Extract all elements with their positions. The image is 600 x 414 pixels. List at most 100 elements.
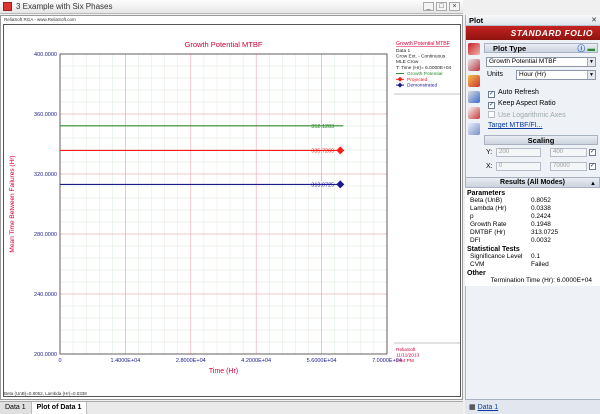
- show-confidence-icon[interactable]: [468, 75, 480, 87]
- units-select[interactable]: Hour (Hr) ▼: [516, 70, 596, 80]
- y-max-input[interactable]: 400: [550, 148, 587, 157]
- plot-footer-note: Beta (UnB)=0.8052, Lambda (Hr)=0.0338: [4, 391, 87, 396]
- series-marker: [336, 146, 345, 155]
- stamp-line: 11/11/2013: [396, 353, 420, 359]
- chart-title: Growth Potential MTBF: [185, 40, 263, 49]
- plot-header-note: ReliaSoft RGA - www.ReliaSoft.com: [4, 17, 76, 22]
- units-label: Units: [487, 71, 503, 78]
- stat-row: CVM Failed: [467, 261, 598, 269]
- auto-refresh-option[interactable]: ✓ Auto Refresh: [488, 89, 539, 98]
- stat-value: Failed: [531, 261, 549, 268]
- stat-name: CVM: [470, 261, 485, 268]
- legend-info-line: MLE Crow: [396, 59, 419, 65]
- maximize-button[interactable]: □: [436, 2, 447, 11]
- plot-type-select[interactable]: Growth Potential MTBF ▼: [486, 57, 596, 67]
- export-plot-icon[interactable]: [468, 107, 480, 119]
- parameter-row: Beta (UnB) 0.8052: [467, 197, 598, 205]
- x-tick-label: 4.2000E+04: [241, 358, 271, 364]
- y-tick-label: 280.0000: [34, 232, 57, 238]
- y-axis-label: Mean Time Between Failures (Hr): [9, 155, 16, 252]
- results-title: Results (All Modes): [500, 179, 565, 186]
- minimize-button[interactable]: _: [423, 2, 434, 11]
- y-tick-label: 320.0000: [34, 172, 57, 178]
- target-mtbf-link[interactable]: Target MTBF/FI...: [488, 122, 542, 129]
- x-max-input[interactable]: 70000: [550, 162, 587, 171]
- keep-aspect-checkbox[interactable]: ✓: [488, 102, 495, 109]
- tab-data-1[interactable]: Data 1: [0, 402, 32, 414]
- parameter-name: Lambda (Hr): [470, 205, 507, 212]
- parameters-heading: Parameters: [467, 190, 506, 197]
- legend-heading: Growth Potential MTBF: [396, 41, 450, 47]
- info-icon[interactable]: ⓘ: [578, 44, 586, 53]
- series-value-label: 313.0725: [311, 182, 334, 188]
- stat-row: Significance Level 0.1: [467, 253, 598, 261]
- parameter-value: 0.2424: [531, 213, 551, 220]
- plot-type-section[interactable]: Plot Type ⓘ ▬: [484, 43, 598, 53]
- tab-plot-of-data-1[interactable]: Plot of Data 1: [31, 402, 88, 414]
- stat-name: Significance Level: [470, 253, 523, 260]
- plot-frame: 0 1.4000E+04 2.8000E+04 4.2000E+04 5.6000E+0…: [3, 24, 461, 397]
- plot-options-icon[interactable]: [468, 123, 480, 135]
- statistical-tests-list: Significance Level 0.1 CVM Failed: [467, 253, 598, 269]
- collapse-icon[interactable]: ▲: [590, 179, 596, 189]
- results-body: Parameters Beta (UnB) 0.8052 Lambda (Hr) 0.…: [465, 188, 600, 286]
- plot-setup-icon[interactable]: [468, 43, 480, 55]
- side-panel-header: Plot ✕: [466, 15, 600, 26]
- auto-refresh-checkbox[interactable]: ✓: [488, 91, 495, 98]
- rs-draw-icon[interactable]: [468, 59, 480, 71]
- y-auto-scale-checkbox[interactable]: ✓: [589, 149, 596, 156]
- parameter-row: DMTBF (Hr) 313.0725: [467, 229, 598, 237]
- minus-icon[interactable]: ▬: [588, 44, 596, 53]
- close-panel-icon[interactable]: ✕: [591, 16, 597, 24]
- series-value-label: 352.1283: [311, 124, 334, 130]
- y-tick-label: 360.0000: [34, 112, 57, 118]
- parameter-name: Beta (UnB): [470, 197, 503, 204]
- legend-entry: Demonstrated: [407, 83, 437, 89]
- log-axes-label: Use Logarithmic Axes: [498, 112, 566, 119]
- parameters-list: Beta (UnB) 0.8052 Lambda (Hr) 0.0338 p 0.2424…: [467, 197, 598, 245]
- parameter-value: 313.0725: [531, 229, 559, 236]
- x-tick-label: 1.4000E+04: [110, 358, 140, 364]
- plot-icon: [3, 2, 12, 11]
- x-axis-label: Time (Hr): [209, 368, 238, 375]
- log-axes-checkbox[interactable]: [488, 111, 495, 118]
- keep-aspect-option[interactable]: ✓ Keep Aspect Ratio: [488, 100, 556, 109]
- legend-info-line: Crow Ext. - Continuous: [396, 54, 446, 60]
- x-scale-label: X:: [486, 163, 493, 170]
- side-panel-title: Plot: [469, 15, 484, 25]
- standard-folio-banner: Standard Folio: [466, 26, 600, 40]
- legend-marker: [397, 82, 403, 88]
- close-button[interactable]: ×: [449, 2, 460, 11]
- parameter-value: 0.8052: [531, 197, 551, 204]
- show-points-icon[interactable]: [468, 91, 480, 103]
- footer-data-link[interactable]: Data 1: [478, 404, 499, 411]
- parameter-name: p: [470, 213, 474, 220]
- parameter-row: DFI 0.0032: [467, 237, 598, 245]
- parameter-name: DMTBF (Hr): [470, 229, 506, 236]
- plot-type-title: Plot Type: [493, 44, 527, 53]
- results-panel: Results (All Modes) ▲ Parameters Beta (U…: [465, 177, 600, 286]
- parameter-value: 0.1948: [531, 221, 551, 228]
- results-header[interactable]: Results (All Modes) ▲: [465, 177, 600, 188]
- window-controls: _ □ ×: [423, 2, 460, 11]
- log-axes-option[interactable]: Use Logarithmic Axes: [488, 111, 566, 119]
- statistical-tests-heading: Statistical Tests: [467, 246, 520, 253]
- plot-document: ReliaSoft RGA - www.ReliaSoft.com 0 1.400…: [0, 15, 463, 400]
- side-panel-footer: ▦ Data 1: [465, 399, 600, 414]
- x-tick-label: 5.6000E+04: [307, 358, 337, 364]
- chevron-down-icon: ▼: [587, 71, 595, 79]
- plot-border: [59, 53, 388, 355]
- y-tick-label: 240.0000: [34, 292, 57, 298]
- parameter-name: DFI: [470, 237, 481, 244]
- y-min-input[interactable]: 200: [496, 148, 541, 157]
- growth-mtbf-chart[interactable]: 0 1.4000E+04 2.8000E+04 4.2000E+04 5.6000E+0…: [4, 25, 462, 398]
- legend-info-line: Data 1: [396, 48, 410, 54]
- x-auto-scale-checkbox[interactable]: ✓: [589, 163, 596, 170]
- parameter-value: 0.0032: [531, 237, 551, 244]
- legend-info-line: T: Time (Hr)= 6.0000E+04: [396, 65, 452, 71]
- y-tick-label: 400.0000: [34, 52, 57, 58]
- parameter-row: Growth Rate 0.1948: [467, 221, 598, 229]
- series-marker: [336, 180, 345, 189]
- x-min-input[interactable]: 0: [496, 162, 541, 171]
- scaling-section[interactable]: Scaling: [484, 135, 598, 145]
